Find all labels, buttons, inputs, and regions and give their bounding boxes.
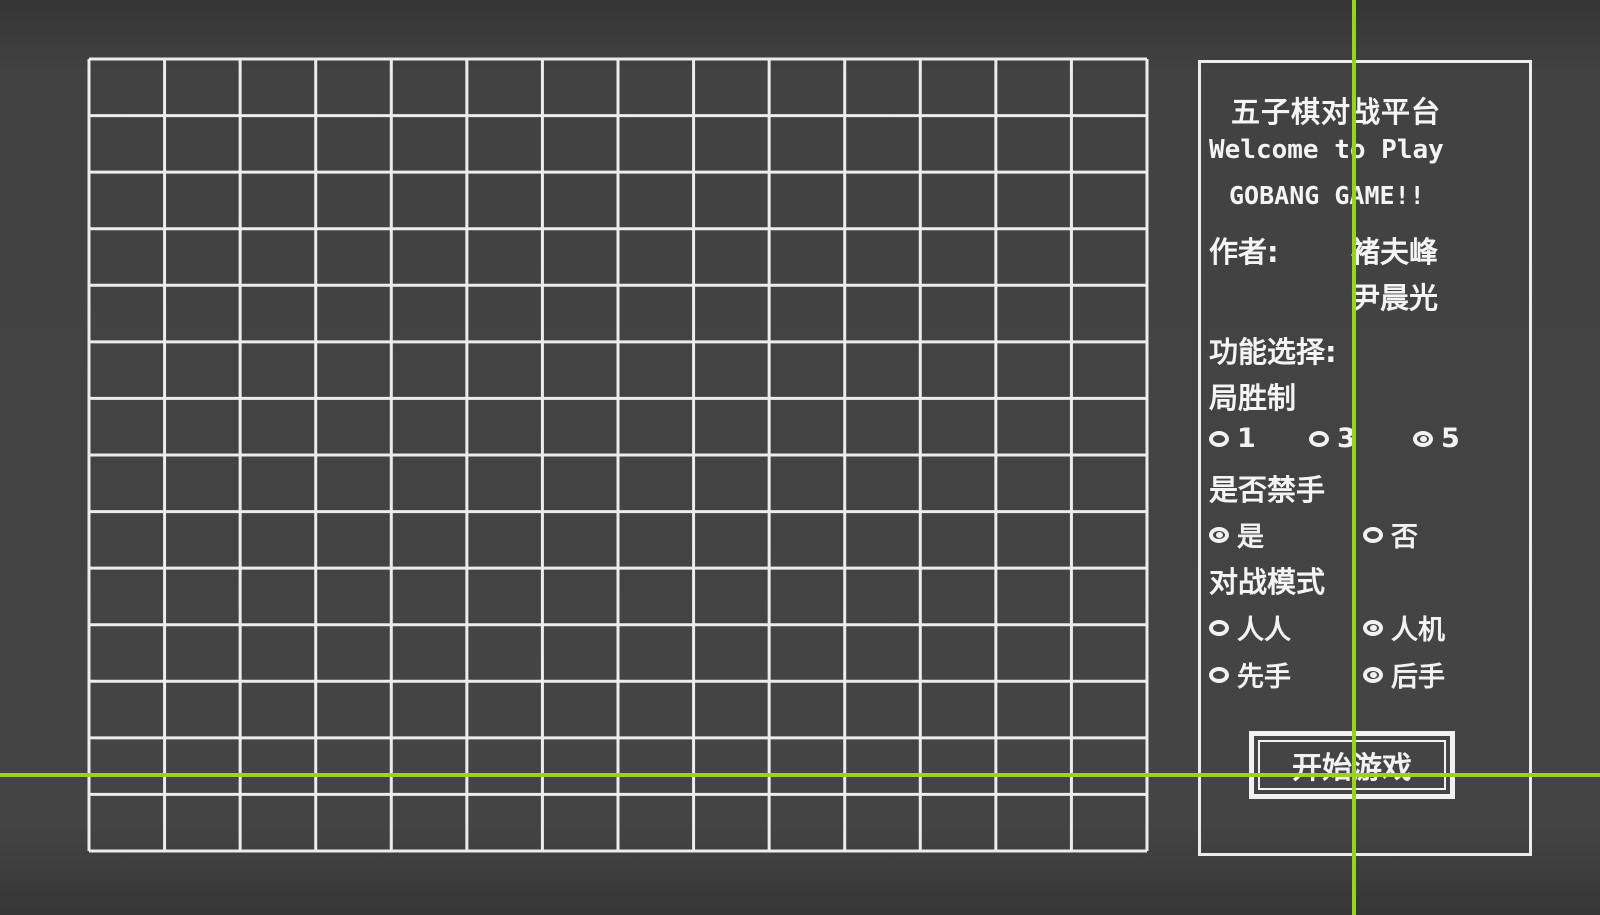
crosshair-vertical-line [1352, 0, 1356, 915]
welcome-text: Welcome to Play [1209, 135, 1444, 165]
forbidden-option-label: 否 [1391, 522, 1418, 553]
function-select-label: 功能选择: [1209, 335, 1337, 369]
rounds-option-5[interactable]: 5 [1413, 423, 1513, 454]
radio-circle-icon [1363, 526, 1383, 543]
order-option-second[interactable]: 后手 [1363, 655, 1493, 694]
gobang-board[interactable] [86, 56, 1150, 854]
rounds-options: 1 3 5 [1209, 423, 1513, 454]
order-option-label: 后手 [1391, 662, 1445, 693]
radio-circle-icon [1209, 619, 1229, 636]
mode-option-pve[interactable]: 人机 [1363, 608, 1493, 647]
battle-mode-label: 对战模式 [1209, 565, 1326, 599]
order-option-label: 先手 [1237, 662, 1291, 693]
forbidden-option-yes[interactable]: 是 [1209, 515, 1363, 554]
radio-selected-icon [1363, 619, 1383, 636]
forbidden-label: 是否禁手 [1209, 473, 1326, 507]
rounds-label: 局胜制 [1209, 381, 1297, 415]
game-name-text: GOBANG GAME!! [1229, 181, 1425, 210]
radio-circle-icon [1209, 666, 1229, 683]
forbidden-options: 是 否 [1209, 515, 1463, 554]
order-option-first[interactable]: 先手 [1209, 655, 1363, 694]
mode-option-label: 人机 [1391, 615, 1445, 646]
panel-title: 五子棋对战平台 [1231, 95, 1442, 129]
forbidden-option-no[interactable]: 否 [1363, 515, 1463, 554]
crosshair-horizontal-line [0, 773, 1600, 777]
board-grid[interactable] [86, 56, 1150, 854]
rounds-option-1[interactable]: 1 [1209, 423, 1309, 454]
forbidden-option-label: 是 [1237, 522, 1264, 553]
mode-option-label: 人人 [1237, 615, 1291, 646]
rounds-option-label: 1 [1237, 423, 1256, 454]
radio-circle-icon [1209, 430, 1229, 447]
rounds-option-label: 5 [1441, 423, 1460, 454]
author-name-1: 褚夫峰 [1351, 235, 1439, 269]
control-panel: 五子棋对战平台 Welcome to Play GOBANG GAME!! 作者… [1198, 60, 1532, 856]
radio-selected-icon [1209, 526, 1229, 543]
battle-mode-options: 人人 人机 [1209, 608, 1493, 647]
rounds-option-3[interactable]: 3 [1309, 423, 1413, 454]
screen: 五子棋对战平台 Welcome to Play GOBANG GAME!! 作者… [0, 0, 1600, 915]
radio-selected-icon [1413, 430, 1433, 447]
move-order-options: 先手 后手 [1209, 655, 1493, 694]
radio-selected-icon [1363, 666, 1383, 683]
author-label: 作者: [1209, 235, 1279, 269]
author-name-2: 尹晨光 [1351, 281, 1439, 315]
radio-circle-icon [1309, 430, 1329, 447]
mode-option-pvp[interactable]: 人人 [1209, 608, 1363, 647]
